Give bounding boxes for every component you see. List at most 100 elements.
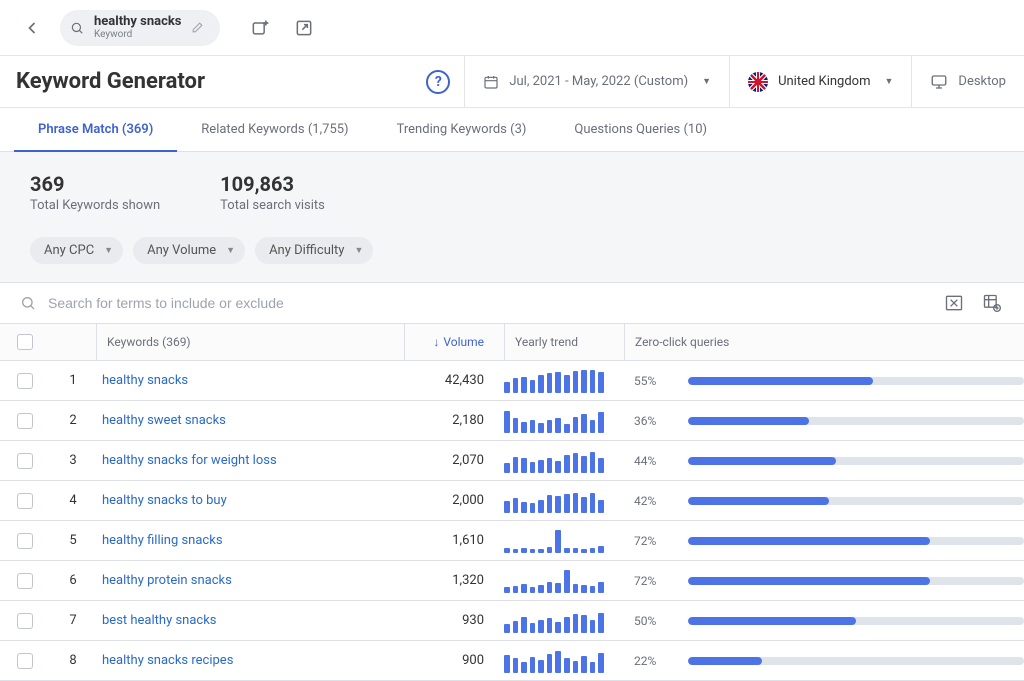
zcq-percent: 22% <box>634 654 674 668</box>
zcq-percent: 72% <box>634 574 674 588</box>
column-settings-icon[interactable] <box>980 291 1004 315</box>
zcq-bar <box>688 457 1024 465</box>
sparkline <box>504 529 604 553</box>
zcq-bar <box>688 617 1024 625</box>
table-row: 2healthy sweet snacks2,18036% <box>0 401 1024 441</box>
table-row: 3 healthy snacks for weight loss 2,070 44% <box>0 441 1024 481</box>
search-icon <box>70 21 84 35</box>
keyword-link[interactable]: healthy snacks recipes <box>102 653 233 668</box>
row-checkbox[interactable] <box>17 653 33 669</box>
volume-value: 930 <box>404 613 504 628</box>
keyword-link[interactable]: healthy filling snacks <box>102 533 223 548</box>
table-row: 4 healthy snacks to buy 2,000 42% <box>0 481 1024 521</box>
country-label: United Kingdom <box>778 74 870 89</box>
stat-visits-value: 109,863 <box>220 172 325 196</box>
volume-value: 2,180 <box>404 413 504 428</box>
row-checkbox[interactable] <box>17 573 33 589</box>
keyword-link[interactable]: healthy snacks to buy <box>102 493 227 508</box>
row-checkbox[interactable] <box>17 533 33 549</box>
device-label: Desktop <box>958 74 1006 89</box>
column-header-keywords[interactable]: Keywords (369) <box>96 324 404 360</box>
column-header-trend[interactable]: Yearly trend <box>504 324 624 360</box>
zcq-bar <box>688 537 1024 545</box>
row-checkbox[interactable] <box>17 493 33 509</box>
country-select[interactable]: United Kingdom ▼ <box>729 56 911 107</box>
row-index: 5 <box>50 533 96 548</box>
zcq-bar <box>688 377 1024 385</box>
keyword-link[interactable]: healthy snacks <box>102 373 188 388</box>
chevron-down-icon: ▼ <box>885 76 894 87</box>
volume-value: 42,430 <box>404 373 504 388</box>
search-subtype: Keyword <box>94 29 181 40</box>
sparkline <box>504 489 604 513</box>
keyword-link[interactable]: healthy protein snacks <box>102 573 232 588</box>
volume-value: 1,610 <box>404 533 504 548</box>
zcq-percent: 50% <box>634 614 674 628</box>
row-checkbox[interactable] <box>17 413 33 429</box>
sort-desc-icon: ↓ <box>433 335 439 349</box>
zcq-percent: 72% <box>634 534 674 548</box>
date-range-label: Jul, 2021 - May, 2022 (Custom) <box>509 74 688 89</box>
volume-value: 2,070 <box>404 453 504 468</box>
sparkline <box>504 609 604 633</box>
zcq-bar <box>688 497 1024 505</box>
chevron-down-icon: ▼ <box>702 76 711 87</box>
pencil-icon[interactable] <box>191 21 204 34</box>
volume-value: 2,000 <box>404 493 504 508</box>
add-tab-icon[interactable] <box>248 16 272 40</box>
calendar-icon <box>483 74 499 90</box>
tab-3[interactable]: Questions Queries (10) <box>550 108 731 151</box>
table-row: 7 best healthy snacks 930 50% <box>0 601 1024 641</box>
row-checkbox[interactable] <box>17 613 33 629</box>
device-select[interactable]: Desktop <box>911 56 1024 107</box>
desktop-icon <box>930 73 948 91</box>
zcq-bar <box>688 657 1024 665</box>
row-index: 8 <box>50 653 96 668</box>
row-checkbox[interactable] <box>17 453 33 469</box>
search-pill[interactable]: healthy snacks Keyword <box>60 10 220 46</box>
help-icon[interactable]: ? <box>426 70 450 94</box>
stat-keywords-label: Total Keywords shown <box>30 198 160 213</box>
open-external-icon[interactable] <box>292 16 316 40</box>
tab-2[interactable]: Trending Keywords (3) <box>373 108 551 151</box>
table-row: 5 healthy filling snacks 1,610 72% <box>0 521 1024 561</box>
row-index: 4 <box>50 493 96 508</box>
export-excel-icon[interactable] <box>942 291 966 315</box>
zcq-percent: 36% <box>634 414 674 428</box>
tab-0[interactable]: Phrase Match (369) <box>14 108 177 151</box>
keyword-link[interactable]: healthy snacks for weight loss <box>102 453 277 468</box>
sparkline <box>504 409 604 433</box>
search-keyword: healthy snacks <box>94 15 181 29</box>
zcq-bar <box>688 577 1024 585</box>
row-checkbox[interactable] <box>17 373 33 389</box>
chevron-down-icon: ▼ <box>104 245 113 256</box>
table-search-input[interactable] <box>46 294 932 312</box>
tab-1[interactable]: Related Keywords (1,755) <box>177 108 372 151</box>
column-header-volume[interactable]: ↓ Volume <box>404 324 504 360</box>
sparkline <box>504 449 604 473</box>
back-button[interactable] <box>20 16 44 40</box>
filter-volume[interactable]: Any Volume▼ <box>133 237 245 264</box>
chevron-down-icon: ▼ <box>226 245 235 256</box>
zcq-percent: 44% <box>634 454 674 468</box>
date-range-select[interactable]: Jul, 2021 - May, 2022 (Custom) ▼ <box>464 56 729 107</box>
row-index: 3 <box>50 453 96 468</box>
table-row: 6healthy protein snacks1,32072% <box>0 561 1024 601</box>
search-icon <box>20 295 36 311</box>
keyword-link[interactable]: healthy sweet snacks <box>102 413 226 428</box>
sparkline <box>504 649 604 673</box>
filter-cpc[interactable]: Any CPC▼ <box>30 237 123 264</box>
stat-visits-label: Total search visits <box>220 198 325 213</box>
row-index: 7 <box>50 613 96 628</box>
keyword-link[interactable]: best healthy snacks <box>102 613 217 628</box>
row-index: 6 <box>50 573 96 588</box>
column-header-zcq[interactable]: Zero-click queries <box>624 324 1024 360</box>
page-title: Keyword Generator <box>0 69 426 94</box>
stat-keywords-value: 369 <box>30 172 160 196</box>
zcq-percent: 42% <box>634 494 674 508</box>
flag-icon <box>748 72 768 92</box>
filter-difficulty[interactable]: Any Difficulty▼ <box>255 237 373 264</box>
select-all-checkbox[interactable] <box>17 334 33 350</box>
sparkline <box>504 569 604 593</box>
table-row: 8healthy snacks recipes90022% <box>0 641 1024 681</box>
